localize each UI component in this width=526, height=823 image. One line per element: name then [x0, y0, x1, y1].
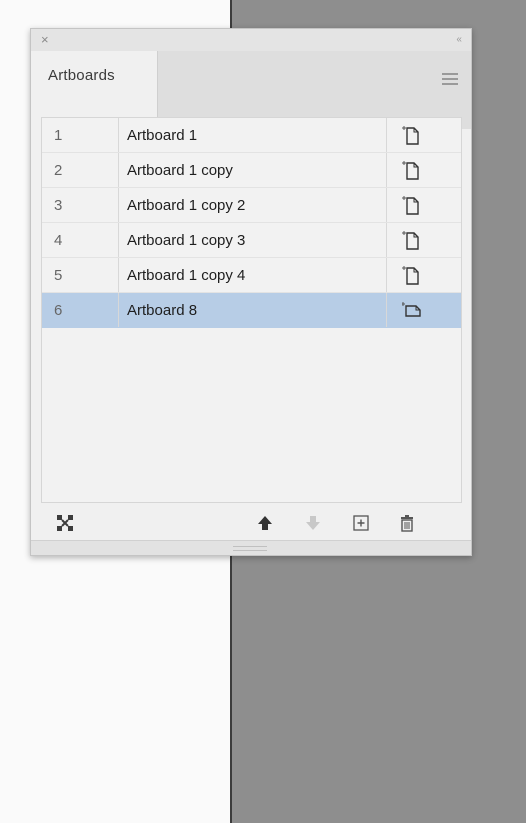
artboard-options-icon[interactable]: [402, 195, 420, 215]
artboard-list: 1 Artboard 1 2 Artboard 1 copy 3 Artboard 1 c…: [41, 117, 462, 503]
new-artboard-icon[interactable]: [351, 513, 371, 533]
panel-menu-icon[interactable]: [442, 73, 458, 85]
artboard-row[interactable]: 3 Artboard 1 copy 2: [42, 188, 461, 223]
artboard-row[interactable]: 1 Artboard 1: [42, 118, 461, 153]
column-divider: [118, 153, 119, 187]
artboard-row[interactable]: 2 Artboard 1 copy: [42, 153, 461, 188]
artboard-number: 4: [54, 232, 63, 249]
panel-toolbar: [31, 505, 471, 541]
artboard-options-icon[interactable]: [402, 265, 420, 285]
artboard-name[interactable]: Artboard 1: [127, 127, 197, 144]
move-down-icon[interactable]: [303, 513, 323, 533]
artboard-name[interactable]: Artboard 1 copy: [127, 162, 233, 179]
artboard-name[interactable]: Artboard 1 copy 2: [127, 197, 245, 214]
artboard-number: 5: [54, 267, 63, 284]
column-divider: [118, 223, 119, 257]
artboard-row[interactable]: 5 Artboard 1 copy 4: [42, 258, 461, 293]
artboard-number: 3: [54, 197, 63, 214]
delete-artboard-icon[interactable]: [397, 513, 417, 533]
rearrange-artboards-icon[interactable]: [55, 513, 75, 533]
column-divider: [386, 293, 387, 327]
panel-resize-grip[interactable]: [31, 540, 471, 555]
column-divider: [386, 223, 387, 257]
artboard-options-icon[interactable]: [402, 125, 420, 145]
artboard-number: 6: [54, 302, 63, 319]
column-divider: [386, 258, 387, 292]
artboard-number: 1: [54, 127, 63, 144]
artboards-panel: × ‹‹ Artboards 1 Artboard 1 2 Artboard 1 co…: [30, 28, 472, 556]
artboard-options-icon[interactable]: [402, 160, 420, 180]
move-up-icon[interactable]: [255, 513, 275, 533]
artboard-options-icon[interactable]: [401, 300, 421, 320]
column-divider: [118, 293, 119, 327]
artboard-row[interactable]: 6 Artboard 8: [42, 293, 461, 328]
tab-label: Artboards: [48, 67, 115, 84]
panel-titlebar: × ‹‹: [31, 29, 471, 51]
close-icon[interactable]: ×: [41, 32, 49, 48]
column-divider: [118, 258, 119, 292]
column-divider: [118, 118, 119, 152]
column-divider: [386, 188, 387, 222]
artboard-name[interactable]: Artboard 8: [127, 302, 197, 319]
artboard-name[interactable]: Artboard 1 copy 3: [127, 232, 245, 249]
column-divider: [118, 188, 119, 222]
artboard-row[interactable]: 4 Artboard 1 copy 3: [42, 223, 461, 258]
artboard-name[interactable]: Artboard 1 copy 4: [127, 267, 245, 284]
column-divider: [386, 118, 387, 152]
artboard-number: 2: [54, 162, 63, 179]
collapse-icon[interactable]: ‹‹: [456, 32, 462, 48]
artboard-options-icon[interactable]: [402, 230, 420, 250]
column-divider: [386, 153, 387, 187]
